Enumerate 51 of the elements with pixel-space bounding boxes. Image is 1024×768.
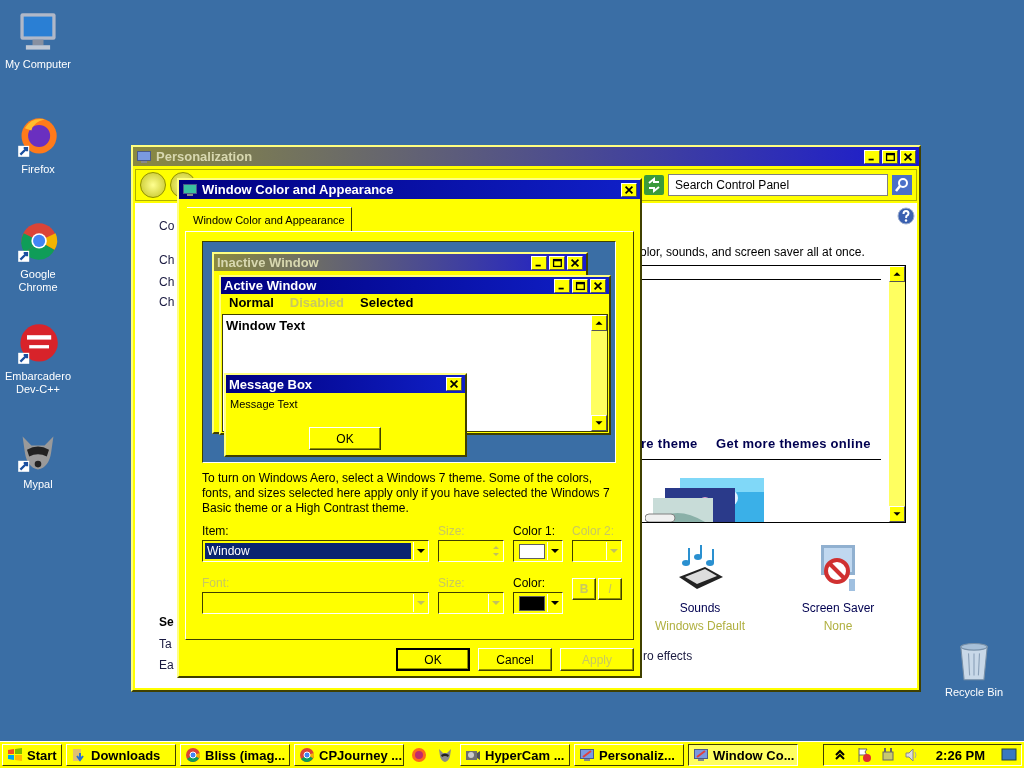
field-label: Color 2: <box>572 524 616 538</box>
item-dropdown[interactable]: Window <box>202 540 429 562</box>
description-text: To turn on Windows Aero, select a Windows 7 theme. Some of the colors, fonts, and sizes selected here apply only if you have selected the Windows 7 Basic theme or a High Contrast theme. <box>202 471 611 516</box>
window-title: Message Box <box>229 376 314 392</box>
task-link[interactable]: Co <box>159 219 175 233</box>
theme-link[interactable]: Get more themes online <box>716 436 871 451</box>
desktop-icon-label[interactable]: Google Chrome <box>0 268 76 294</box>
see-also-link[interactable]: Ta <box>159 637 172 651</box>
desktop-icon-label[interactable]: Firefox <box>21 163 55 176</box>
window-title: Personalization <box>156 149 254 164</box>
dialog-button[interactable]: OK <box>396 648 470 671</box>
desktop-icon-label[interactable]: Embarcadero Dev-C++ <box>0 370 76 396</box>
setting-value: Windows Default <box>654 619 745 633</box>
field-label: Font: <box>202 576 231 590</box>
taskbar-button[interactable]: Personaliz... <box>574 744 684 766</box>
task-link[interactable]: Ch <box>159 295 175 309</box>
task-link[interactable]: Ch <box>159 275 175 289</box>
window-text: Window Text <box>226 318 306 333</box>
ok-button[interactable]: OK <box>309 427 381 450</box>
taskbar-button[interactable]: Downloads <box>66 744 176 766</box>
start-button[interactable]: Start <box>2 744 62 766</box>
field-label: Size: <box>438 576 466 590</box>
menu-item: Disabled <box>289 295 344 310</box>
message-text: Message Text <box>229 397 299 412</box>
setting-link[interactable]: Screen Saver <box>801 601 875 615</box>
theme-link[interactable]: re theme <box>641 436 698 451</box>
tab[interactable]: Window Color and Appearance <box>187 207 352 231</box>
desktop-icon-label[interactable]: My Computer <box>5 58 71 71</box>
dialog-title: Window Color and Appearance <box>202 182 395 197</box>
window-title: Inactive Window <box>217 255 320 270</box>
desktop-icon-label[interactable]: Mypal <box>23 478 53 491</box>
see-also-link[interactable]: Ea <box>159 658 174 672</box>
taskbar-button[interactable]: Window Co... <box>688 744 798 766</box>
section-heading: Se <box>159 615 174 629</box>
window-title: Active Window <box>224 278 318 293</box>
setting-value: None <box>823 619 853 633</box>
desktop-icon-label[interactable]: Recycle Bin <box>944 686 1004 699</box>
taskbar-button[interactable]: HyperCam ... <box>460 744 570 766</box>
setting-link[interactable]: Sounds <box>679 601 721 615</box>
field-label: Color: <box>513 576 546 590</box>
field-label: Size: <box>438 524 466 538</box>
dropdown-value: Window <box>205 543 411 559</box>
effects-link[interactable]: ro effects <box>643 649 693 663</box>
taskbar-button[interactable]: CPJourney ... <box>294 744 404 766</box>
task-link[interactable]: Ch <box>159 253 175 267</box>
taskbar-button[interactable]: Bliss (imag... <box>180 744 290 766</box>
clock[interactable]: 2:26 PM <box>935 747 985 763</box>
field-label: Color 1: <box>513 524 557 538</box>
field-label: Item: <box>202 524 230 538</box>
search-field[interactable]: Search Control Panel <box>668 174 888 196</box>
dialog-button[interactable]: Cancel <box>478 648 552 671</box>
